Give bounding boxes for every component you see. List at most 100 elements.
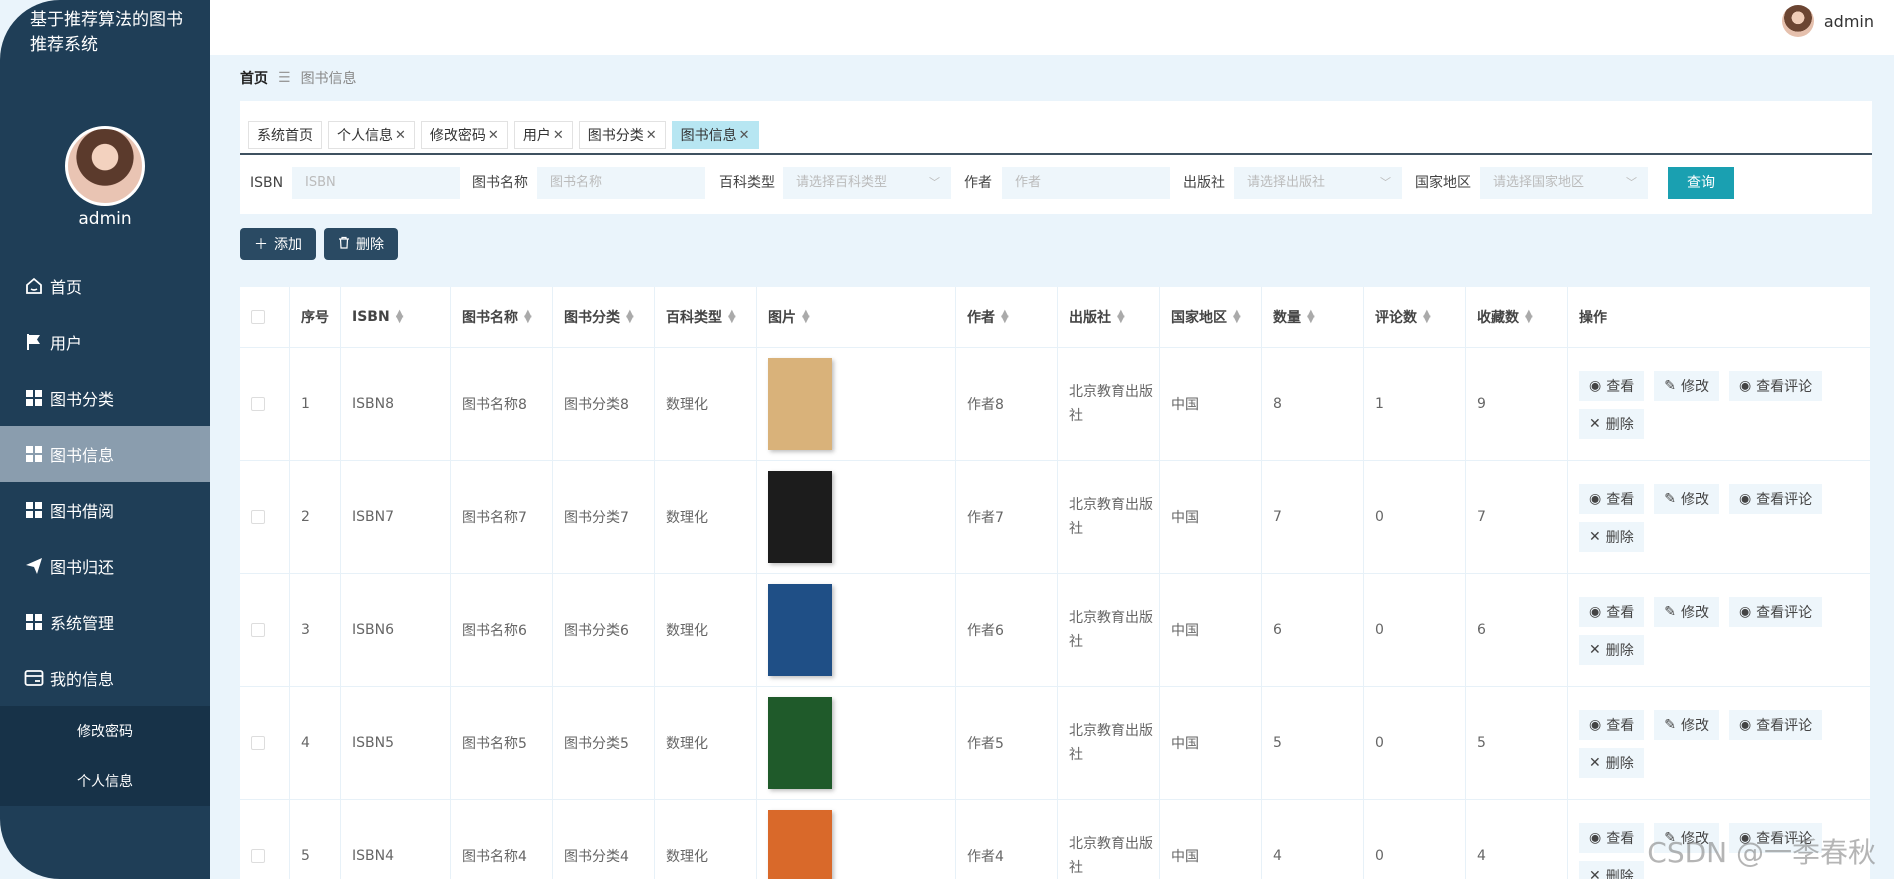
view-button[interactable]: ◉ 查看 — [1579, 371, 1645, 401]
sort-icon[interactable]: ▲ ▼ — [1525, 309, 1533, 325]
row-ops: ◉ 查看 ✎ 修改 ◉ 查看评论 ✕ 删除 — [1568, 348, 1870, 460]
header-publisher[interactable]: 出版社 ▲ ▼ — [1058, 287, 1160, 347]
delete-row-button[interactable]: ✕ 删除 — [1579, 522, 1644, 552]
top-user-menu[interactable]: admin — [1781, 5, 1874, 37]
header-favs[interactable]: 收藏数 ▲ ▼ — [1466, 287, 1568, 347]
close-icon[interactable]: ✕ — [646, 128, 657, 143]
submenu-item-profile[interactable]: 个人信息 — [0, 756, 210, 806]
region-label: 国家地区 — [1415, 175, 1471, 191]
sidebar-item-my-info[interactable]: 我的信息 — [0, 650, 210, 706]
delete-row-button[interactable]: ✕ 删除 — [1579, 635, 1644, 665]
header-book-name[interactable]: 图书名称 ▲ ▼ — [451, 287, 553, 347]
header-comments[interactable]: 评论数 ▲ ▼ — [1364, 287, 1466, 347]
row-category: 图书分类5 — [553, 687, 655, 799]
header-author[interactable]: 作者 ▲ ▼ — [956, 287, 1058, 347]
grid-icon — [24, 388, 44, 408]
tab-book-info[interactable]: 图书信息 ✕ — [671, 121, 759, 149]
tab-system-home[interactable]: 系统首页 — [248, 121, 322, 149]
tab-change-password[interactable]: 修改密码 ✕ — [420, 121, 508, 149]
delete-label: 删除 — [1605, 530, 1634, 546]
close-icon[interactable]: ✕ — [395, 128, 406, 143]
delete-row-button[interactable]: ✕ 删除 — [1579, 861, 1644, 879]
edit-button[interactable]: ✎ 修改 — [1654, 484, 1719, 514]
sort-icon[interactable]: ▲ ▼ — [396, 309, 404, 325]
row-checkbox[interactable] — [251, 510, 265, 524]
add-button[interactable]: ＋ 添加 — [240, 228, 316, 260]
sort-icon[interactable]: ▲ ▼ — [1307, 309, 1315, 325]
edit-label: 修改 — [1680, 379, 1709, 395]
book-cover-image[interactable] — [768, 358, 832, 450]
select-all-checkbox[interactable] — [251, 310, 265, 324]
breadcrumb-home[interactable]: 首页 — [240, 68, 268, 88]
book-cover-image[interactable] — [768, 697, 832, 789]
sort-icon[interactable]: ▲ ▼ — [1117, 309, 1125, 325]
edit-button[interactable]: ✎ 修改 — [1654, 597, 1719, 627]
header-qty[interactable]: 数量 ▲ ▼ — [1262, 287, 1364, 347]
view-comments-button[interactable]: ◉ 查看评论 — [1728, 484, 1823, 514]
query-button[interactable]: 查询 — [1668, 167, 1734, 199]
sidebar-item-home[interactable]: 首页 — [0, 258, 210, 314]
view-button[interactable]: ◉ 查看 — [1579, 823, 1645, 853]
eye-icon: ◉ — [1589, 491, 1602, 507]
publisher-select[interactable]: 请选择出版社 ﹀ — [1234, 167, 1402, 199]
view-comments-button[interactable]: ◉ 查看评论 — [1728, 597, 1823, 627]
author-input[interactable]: 作者 — [1002, 167, 1170, 199]
row-qty: 6 — [1262, 574, 1364, 686]
avatar[interactable] — [1781, 5, 1814, 37]
sidebar-item-book-info[interactable]: 图书信息 — [0, 426, 210, 482]
sort-icon[interactable]: ▲ ▼ — [524, 309, 532, 325]
close-icon[interactable]: ✕ — [739, 128, 750, 143]
book-cover-image[interactable] — [768, 471, 832, 563]
sort-icon[interactable]: ▲ ▼ — [1423, 309, 1431, 325]
chevron-down-icon: ﹀ — [1626, 176, 1637, 189]
region-select[interactable]: 请选择国家地区 ﹀ — [1480, 167, 1648, 199]
tab-book-category[interactable]: 图书分类 ✕ — [578, 121, 666, 149]
row-region: 中国 — [1160, 461, 1262, 573]
book-cover-image[interactable] — [768, 584, 832, 676]
isbn-input[interactable]: ISBN — [292, 167, 460, 199]
header-type[interactable]: 百科类型 ▲ ▼ — [655, 287, 757, 347]
tab-users[interactable]: 用户 ✕ — [513, 121, 573, 149]
sort-icon[interactable]: ▲ ▼ — [728, 309, 736, 325]
batch-delete-button[interactable]: 删除 — [324, 228, 398, 260]
type-select[interactable]: 请选择百科类型 ﹀ — [783, 167, 951, 199]
sort-icon[interactable]: ▲ ▼ — [1001, 309, 1009, 325]
table-body: 1 ISBN8 图书名称8 图书分类8 数理化 作者8 北京教育出版社 中国 8 1 9 ◉ 查看 ✎… — [240, 348, 1870, 879]
close-icon[interactable]: ✕ — [488, 128, 499, 143]
sidebar-avatar[interactable] — [65, 126, 145, 206]
sort-icon[interactable]: ▲ ▼ — [802, 309, 810, 325]
edit-button[interactable]: ✎ 修改 — [1654, 710, 1719, 740]
row-checkbox[interactable] — [251, 397, 265, 411]
sidebar-item-book-return[interactable]: 图书归还 — [0, 538, 210, 594]
sidebar: 基于推荐算法的图书推荐系统 admin 首页 用户 图书分类 图书信息 图书借阅… — [0, 0, 210, 879]
view-comments-button[interactable]: ◉ 查看评论 — [1728, 371, 1823, 401]
eye-icon: ◉ — [1738, 378, 1752, 394]
header-category[interactable]: 图书分类 ▲ ▼ — [553, 287, 655, 347]
submenu-item-change-password[interactable]: 修改密码 — [0, 706, 210, 756]
tab-profile[interactable]: 个人信息 ✕ — [328, 121, 415, 149]
row-checkbox[interactable] — [251, 736, 265, 750]
sidebar-item-book-category[interactable]: 图书分类 — [0, 370, 210, 426]
sort-icon[interactable]: ▲ ▼ — [1233, 309, 1241, 325]
view-button[interactable]: ◉ 查看 — [1579, 484, 1645, 514]
sort-icon[interactable]: ▲ ▼ — [626, 309, 634, 325]
book-name-input[interactable]: 图书名称 — [537, 167, 705, 199]
row-type: 数理化 — [655, 800, 757, 879]
view-comments-button[interactable]: ◉ 查看评论 — [1728, 710, 1823, 740]
header-image[interactable]: 图片 ▲ ▼ — [757, 287, 956, 347]
sidebar-item-book-borrow[interactable]: 图书借阅 — [0, 482, 210, 538]
view-button[interactable]: ◉ 查看 — [1579, 597, 1645, 627]
delete-row-button[interactable]: ✕ 删除 — [1579, 748, 1644, 778]
delete-row-button[interactable]: ✕ 删除 — [1579, 409, 1644, 439]
header-region[interactable]: 国家地区 ▲ ▼ — [1160, 287, 1262, 347]
header-isbn[interactable]: ISBN ▲ ▼ — [341, 287, 451, 347]
row-checkbox[interactable] — [251, 849, 265, 863]
edit-button[interactable]: ✎ 修改 — [1654, 371, 1719, 401]
close-icon[interactable]: ✕ — [553, 128, 564, 143]
view-button[interactable]: ◉ 查看 — [1579, 710, 1645, 740]
row-checkbox[interactable] — [251, 623, 265, 637]
sidebar-item-users[interactable]: 用户 — [0, 314, 210, 370]
sidebar-item-system[interactable]: 系统管理 — [0, 594, 210, 650]
book-cover-image[interactable] — [768, 810, 832, 879]
view-label: 查看 — [1606, 492, 1635, 508]
